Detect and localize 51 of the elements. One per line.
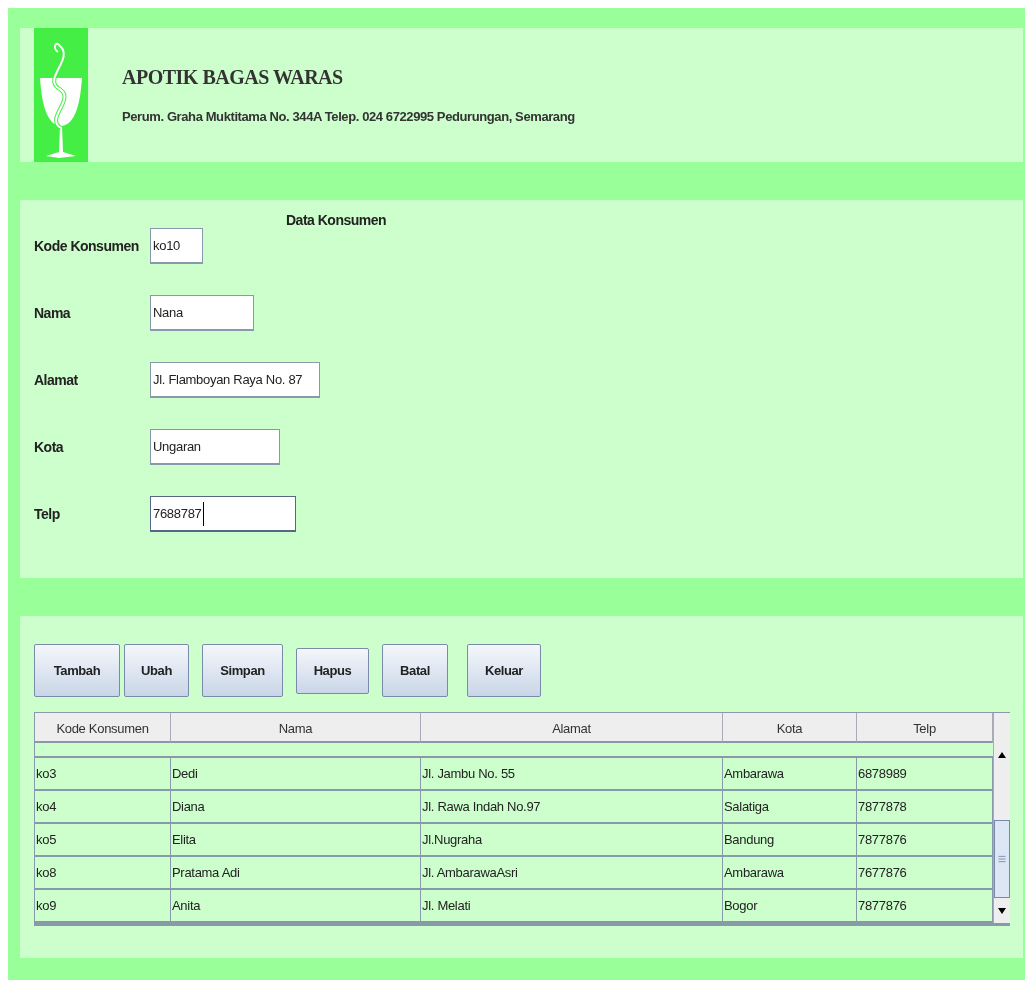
action-button[interactable]: Simpan (202, 644, 283, 697)
table-cell: Diana (171, 791, 421, 824)
action-button[interactable]: Keluar (467, 644, 541, 697)
table-cell: 6878989 (857, 758, 993, 791)
table-cell: Dedi (171, 758, 421, 791)
table-cell: Jl.Nugraha (421, 824, 723, 857)
action-button[interactable]: Ubah (124, 644, 189, 697)
input-field[interactable]: ko10 (150, 228, 203, 264)
column-header[interactable]: Nama (171, 713, 421, 743)
action-button[interactable]: Hapus (296, 647, 369, 694)
field-label: Telp (34, 506, 61, 522)
table-cell: 7677876 (857, 857, 993, 890)
table-cell: Jl. AmbarawaAsri (421, 857, 723, 890)
table-cell: Bandung (723, 824, 857, 857)
table-cell: ko3 (35, 758, 171, 791)
table-cell: ko5 (35, 824, 171, 857)
input-field[interactable]: Ungaran (150, 429, 280, 465)
column-header[interactable]: Kota (723, 713, 857, 743)
action-button[interactable]: Tambah (34, 644, 120, 697)
column-header[interactable]: Alamat (421, 713, 723, 743)
input-field[interactable]: Nana (150, 295, 254, 331)
table-cell: Ambarawa (723, 758, 857, 791)
table-cell: Anita (171, 890, 421, 923)
table-cell: Jl. Rawa Indah No.97 (421, 791, 723, 824)
table-cell: ko4 (35, 791, 171, 824)
table-cell: ko8 (35, 857, 171, 890)
table-cell: Bogor (723, 890, 857, 923)
table-cell: 7877876 (857, 824, 993, 857)
field-label: Alamat (34, 372, 79, 388)
column-header[interactable]: Kode Konsumen (35, 713, 171, 743)
table-cell: 7877876 (857, 890, 993, 923)
table-cell: 7877878 (857, 791, 993, 824)
table-cell: Jl. Jambu No. 55 (421, 758, 723, 791)
table-cell: ko9 (35, 890, 171, 923)
field-label: Nama (34, 305, 72, 321)
action-button[interactable]: Batal (382, 644, 448, 697)
table-cell: Jl. Melati (421, 890, 723, 923)
scroll-thumb[interactable] (994, 820, 1010, 898)
form-title: Data Konsumen (286, 212, 387, 228)
input-field[interactable]: 7688787 (150, 496, 296, 532)
table-cell: Pratama Adi (171, 857, 421, 890)
field-label: Kode Konsumen (34, 238, 140, 254)
field-label: Kota (34, 439, 65, 455)
table-cell: Ambarawa (723, 857, 857, 890)
app-title: APOTIK BAGAS WARAS (122, 66, 344, 89)
table-cell: Elita (171, 824, 421, 857)
address-text: Perum. Graha Muktitama No. 344A Telep. 024 6722995 Pedurungan, Semarang (122, 109, 575, 124)
column-header[interactable]: Telp (857, 713, 993, 743)
scrollbar[interactable] (993, 713, 1010, 923)
table-cell: Salatiga (723, 791, 857, 824)
input-field[interactable]: Jl. Flamboyan Raya No. 87 (150, 362, 320, 398)
